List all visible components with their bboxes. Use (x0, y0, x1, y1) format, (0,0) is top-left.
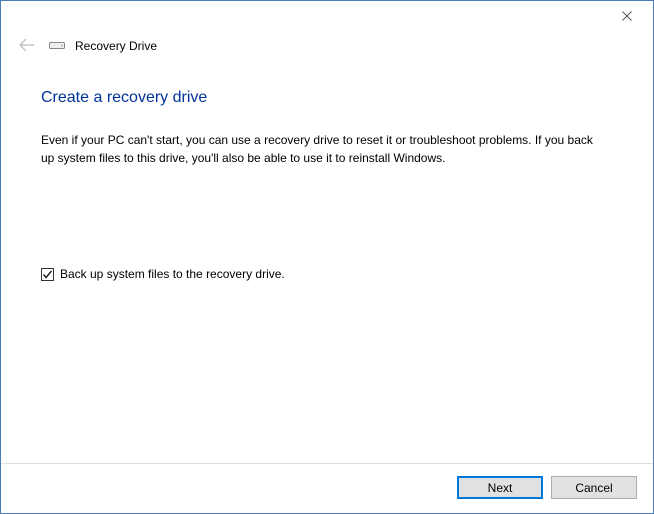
checkmark-icon (42, 269, 53, 280)
header-title: Recovery Drive (75, 39, 157, 53)
page-heading: Create a recovery drive (41, 89, 615, 107)
recovery-drive-wizard: Recovery Drive Create a recovery drive E… (0, 0, 654, 514)
close-icon (622, 11, 632, 21)
footer: Next Cancel (1, 463, 653, 513)
page-description: Even if your PC can't start, you can use… (41, 131, 601, 167)
backup-checkbox-row[interactable]: Back up system files to the recovery dri… (41, 267, 615, 281)
backup-checkbox-label: Back up system files to the recovery dri… (60, 267, 285, 281)
arrow-left-icon (19, 38, 35, 52)
content-area: Create a recovery drive Even if your PC … (1, 59, 653, 463)
header-row: Recovery Drive (1, 31, 653, 59)
close-button[interactable] (604, 3, 649, 29)
backup-checkbox[interactable] (41, 268, 54, 281)
next-button[interactable]: Next (457, 476, 543, 499)
cancel-button[interactable]: Cancel (551, 476, 637, 499)
back-button (15, 35, 39, 57)
drive-icon (49, 37, 65, 55)
titlebar (1, 1, 653, 31)
